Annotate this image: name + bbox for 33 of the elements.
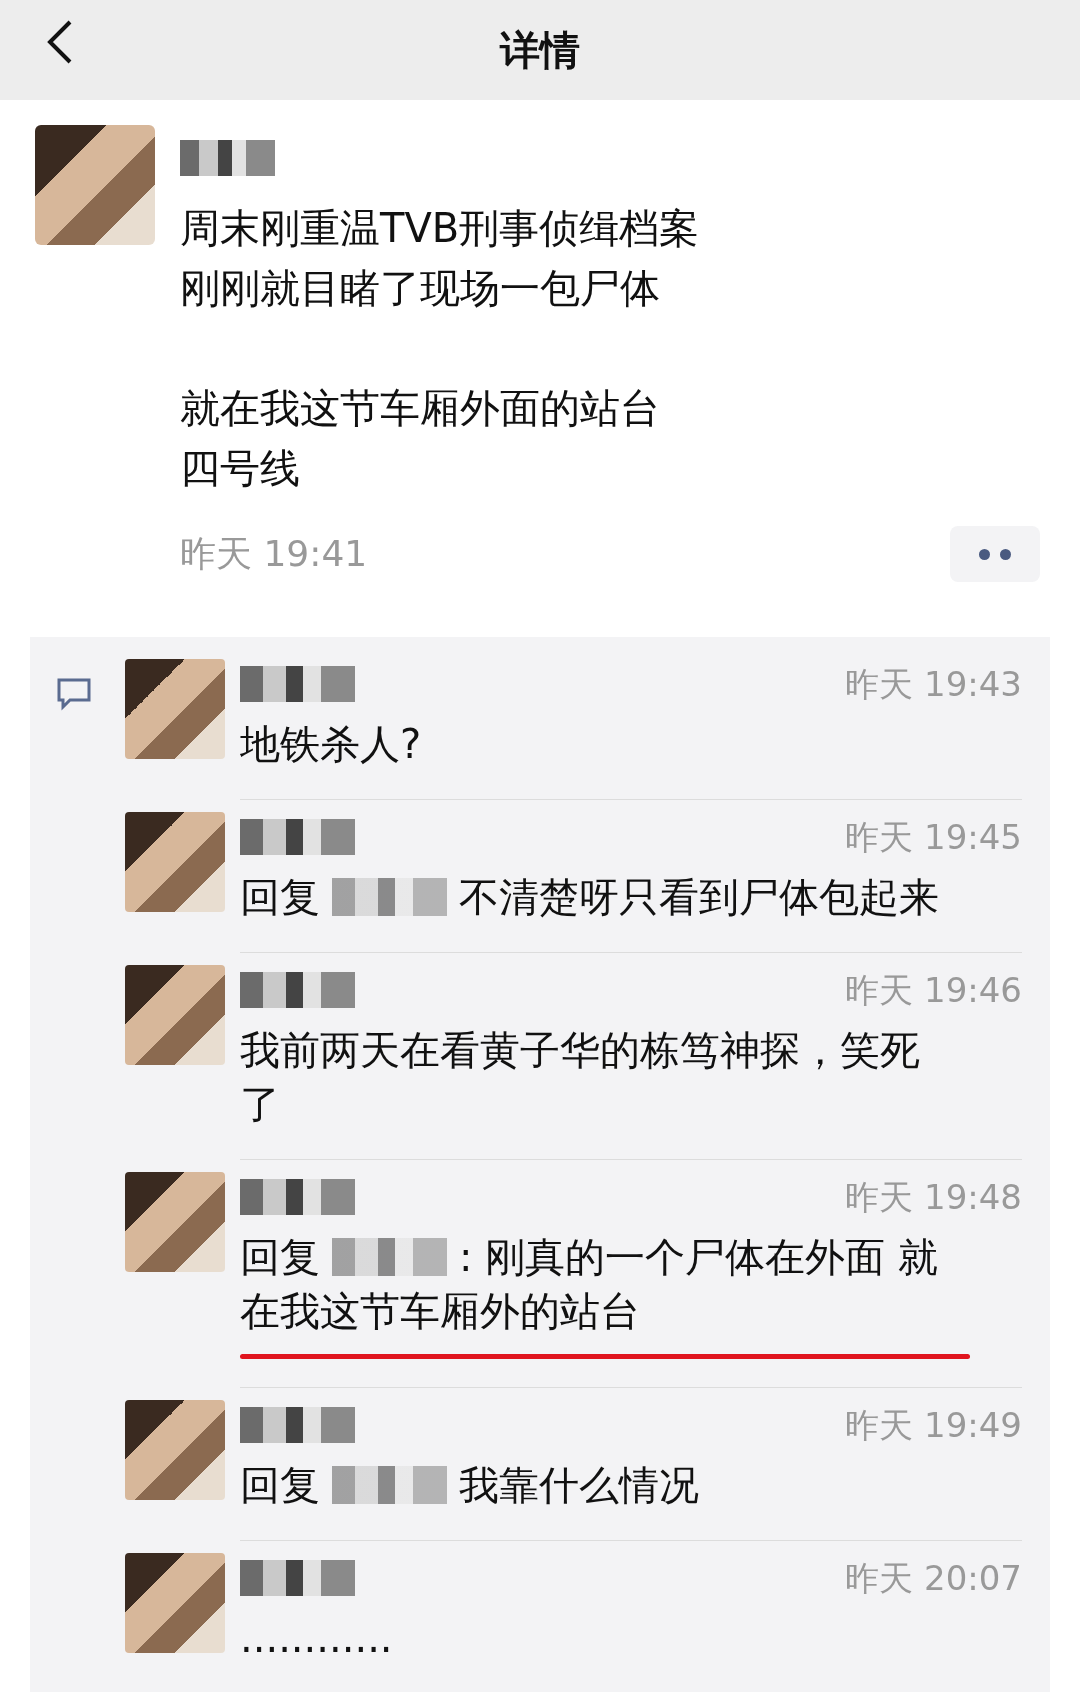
comment-text: 我前两天在看黄子华的栋笃神探，笑死 [240, 1026, 920, 1075]
reply-label: 回复 [240, 1233, 320, 1282]
avatar-placeholder[interactable] [35, 125, 155, 245]
reply-label: 回复 [240, 873, 320, 922]
comment-text: 在我这节车厢外的站台 [240, 1287, 640, 1336]
back-icon[interactable] [46, 18, 74, 66]
post-text-line: 周末刚重温TVB刑事侦缉档案 [180, 204, 700, 253]
comment-time: 昨天 19:43 [845, 662, 1022, 706]
reply-label: 回复 [240, 1461, 320, 1510]
comment-text: ............ [240, 1614, 393, 1663]
comment-icon [56, 677, 92, 711]
comment-text: 地铁杀人? [240, 720, 422, 769]
avatar-placeholder[interactable] [125, 659, 225, 759]
post-text-line: 四号线 [180, 444, 300, 493]
comment-time: 昨天 20:07 [845, 1556, 1022, 1600]
post-text-line: 就在我这节车厢外面的站台 [180, 384, 660, 433]
comment-time: 昨天 19:49 [845, 1403, 1022, 1447]
avatar-placeholder[interactable] [125, 812, 225, 912]
comment-text: 不清楚呀只看到尸体包起来 [459, 873, 939, 922]
post-time: 昨天 19:41 [180, 532, 368, 576]
avatar-placeholder[interactable] [125, 1172, 225, 1272]
avatar-placeholder[interactable] [125, 965, 225, 1065]
comment-time: 昨天 19:48 [845, 1175, 1022, 1219]
avatar-placeholder[interactable] [125, 1400, 225, 1500]
post-text-line: 刚刚就目睹了现场一包尸体 [180, 264, 660, 313]
comment-time: 昨天 19:46 [845, 968, 1022, 1012]
page-title: 详情 [500, 26, 580, 75]
more-button[interactable] [950, 526, 1040, 582]
comment-text: 我靠什么情况 [459, 1461, 699, 1510]
comment-time: 昨天 19:45 [845, 815, 1022, 859]
comment-text: 了 [240, 1080, 280, 1129]
comment-text: : 刚真的一个尸体在外面 就 [459, 1233, 938, 1282]
avatar-placeholder[interactable] [125, 1553, 225, 1653]
